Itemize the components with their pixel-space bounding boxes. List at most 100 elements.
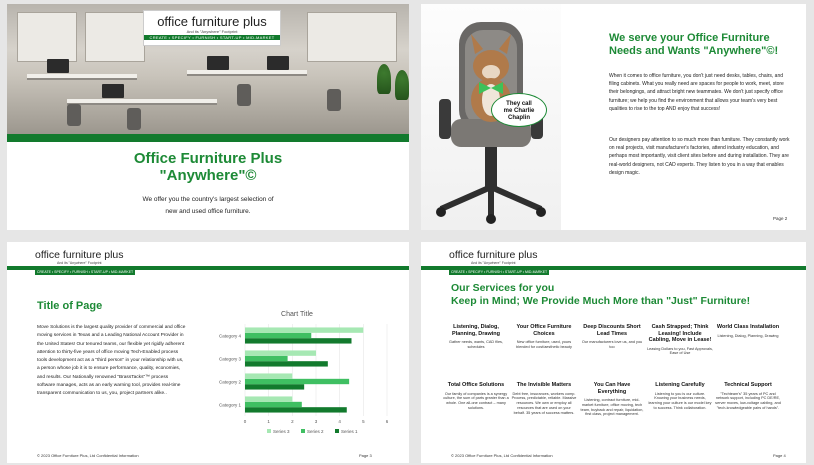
- chart-legend-swatch: [335, 429, 339, 433]
- chart-tick-label: 0: [244, 419, 247, 424]
- body-line-2: new and used office furniture.: [165, 208, 251, 215]
- slide-1[interactable]: office furniture plus And its "Anywhere"…: [7, 4, 409, 230]
- slide-title: We serve your Office Furniture Needs and…: [609, 32, 794, 58]
- logo-tagline: CREATE • SPECIFY • FURNISH • START-UP • …: [144, 35, 280, 40]
- header-tagline: CREATE • SPECIFY • FURNISH • START-UP • …: [449, 270, 550, 275]
- paragraph-1: When it comes to office furniture, you d…: [609, 73, 784, 112]
- chart-bar: [245, 327, 364, 333]
- chart-bar: [245, 338, 352, 344]
- header-tagline: CREATE • SPECIFY • FURNISH • START-UP • …: [35, 270, 136, 275]
- logo-subtitle: And its "Anywhere" Footprint: [57, 261, 102, 265]
- title-line-1: We serve your Office Furniture: [609, 32, 770, 44]
- footer-text: © 2023 Office Furniture Plus, Ltd Confid…: [37, 453, 139, 458]
- service-desc: Debt free, insurances, workers comp. Pro…: [511, 391, 577, 415]
- service-title: Listening, Dialog, Planning, Drawing: [452, 324, 500, 337]
- service-item: Your Office Furniture Choices New office …: [511, 324, 577, 350]
- chart-legend-swatch: [267, 429, 271, 433]
- chart-legend-label: Series 1: [341, 429, 358, 434]
- logo: office furniture plus And its "Anywhere"…: [143, 10, 281, 46]
- chart-tick-label: 4: [338, 419, 341, 424]
- speech-bubble: They call me Charlie Chaplin: [491, 93, 547, 127]
- logo-name: office furniture plus: [157, 14, 267, 29]
- service-title: The Invisible Matters: [516, 382, 572, 388]
- service-item: Total Office Solutions Our family of comp…: [443, 382, 509, 411]
- logo-subtitle: And its "Anywhere" Footprint: [186, 29, 238, 34]
- service-title: Cash Strapped; Think Leasing! Include Ca…: [648, 324, 712, 343]
- header-logo: office furniture plus And its "Anywhere"…: [35, 249, 124, 266]
- service-item: You Can Have Everything Listening, contra…: [579, 382, 645, 417]
- service-item: Deep Discounts Short Lead Times Our manuf…: [579, 324, 645, 350]
- slide-title: Office Furniture Plus "Anywhere"©: [7, 150, 409, 184]
- service-item: Cash Strapped; Think Leasing! Include Ca…: [647, 324, 713, 356]
- service-title: World Class Installation: [716, 324, 780, 330]
- body-text: Move Solutions is the largest quality pr…: [37, 325, 186, 397]
- service-item: World Class Installation Listening, Dialo…: [715, 324, 781, 338]
- logo-name: office furniture plus: [35, 249, 124, 261]
- chart-legend-label: Series 3: [273, 429, 290, 434]
- slide-4[interactable]: office furniture plus And its "Anywhere"…: [421, 242, 806, 463]
- title-line-2: Keep in Mind; We Provide Much More than …: [451, 295, 751, 307]
- title-line-2: "Anywhere"©: [159, 167, 257, 184]
- bubble-line-1: They call: [506, 101, 532, 107]
- paragraph-2: Our designers pay attention to so much m…: [609, 137, 790, 176]
- bubble-line-2: me Charlie: [503, 108, 535, 114]
- service-title: Total Office Solutions: [447, 382, 505, 388]
- chart-bar: [245, 396, 293, 402]
- chart-legend-label: Series 2: [307, 429, 324, 434]
- service-title: You Can Have Everything: [593, 382, 631, 395]
- page-number: Page 4: [773, 453, 786, 458]
- chart-tick-label: 6: [386, 419, 389, 424]
- green-divider: [7, 134, 409, 142]
- slide-body: We offer you the country's largest selec…: [7, 194, 409, 218]
- title-line-1: Our Services for you: [451, 282, 555, 294]
- chart-tick-label: 2: [291, 419, 294, 424]
- title-line-1: Office Furniture Plus: [133, 150, 283, 167]
- chart-legend-swatch: [301, 429, 305, 433]
- page-number: Page 2: [773, 216, 788, 221]
- chart-bar: [245, 361, 328, 367]
- logo-subtitle: And its "Anywhere" Footprint: [471, 261, 516, 265]
- chart-bar: [245, 332, 312, 339]
- slide-3[interactable]: office furniture plus And its "Anywhere"…: [7, 242, 409, 463]
- service-title: Technical Support: [724, 382, 772, 388]
- service-desc: Leasing Dollars to you, Fast Approvals, …: [647, 346, 713, 356]
- page-title: Title of Page: [37, 300, 103, 312]
- chart-bar: [245, 401, 302, 408]
- chart-bar: [245, 355, 288, 362]
- chart-category-label: Category 3: [219, 357, 242, 362]
- service-desc: "Techteam's" 35 years of PC and network …: [715, 391, 781, 410]
- service-title: Your Office Furniture Choices: [516, 324, 572, 337]
- chart-title: Chart Title: [281, 311, 313, 318]
- logo-name: office furniture plus: [449, 249, 538, 261]
- chart-bar: [245, 373, 293, 379]
- service-desc: Our manufacturers love us, and you too: [581, 340, 643, 349]
- service-desc: Listening to you is our culture. Knowing…: [648, 391, 712, 410]
- slide-2[interactable]: They call me Charlie Chaplin We serve yo…: [421, 4, 806, 230]
- service-desc: New office furniture, used, yours blende…: [516, 340, 572, 349]
- bubble-line-3: Chaplin: [508, 115, 530, 121]
- service-item: The Invisible Matters Debt free, insuranc…: [511, 382, 577, 415]
- header-logo: office furniture plus And its "Anywhere"…: [449, 249, 538, 266]
- chart-category-label: Category 1: [219, 403, 242, 408]
- service-desc: Listening, Dialog, Planning, Drawing: [717, 333, 779, 338]
- chart-bar: [245, 350, 316, 356]
- service-desc: Our family of companies is a synergy cul…: [443, 391, 509, 410]
- service-title: Listening Carefully: [655, 382, 705, 388]
- bar-chart: Chart Title Category 1 Category 2 Category…: [219, 311, 389, 434]
- service-title: Deep Discounts Short Lead Times: [583, 324, 641, 337]
- chart-bar: [245, 407, 347, 413]
- chart-tick-label: 5: [362, 419, 365, 424]
- service-item: Listening Carefully Listening to you is o…: [647, 382, 713, 411]
- footer-text: © 2023 Office Furniture Plus, Ltd Confid…: [451, 453, 553, 458]
- page-title: Our Services for you Keep in Mind; We Pr…: [451, 282, 750, 308]
- service-item: Listening, Dialog, Planning, Drawing Gath…: [443, 324, 509, 350]
- service-item: Technical Support "Techteam's" 35 years o…: [715, 382, 781, 411]
- title-line-2: Needs and Wants "Anywhere"©!: [609, 45, 779, 57]
- chart-bar: [245, 384, 305, 390]
- service-desc: Gather needs, wants, CAD files, schedule…: [448, 340, 504, 349]
- chart-tick-label: 3: [315, 419, 318, 424]
- chart-category-label: Category 2: [219, 380, 242, 385]
- service-desc: Listening, contract furniture, mid-marke…: [580, 398, 644, 417]
- body-line-1: We offer you the country's largest selec…: [142, 196, 274, 203]
- chart-category-label: Category 4: [219, 334, 242, 339]
